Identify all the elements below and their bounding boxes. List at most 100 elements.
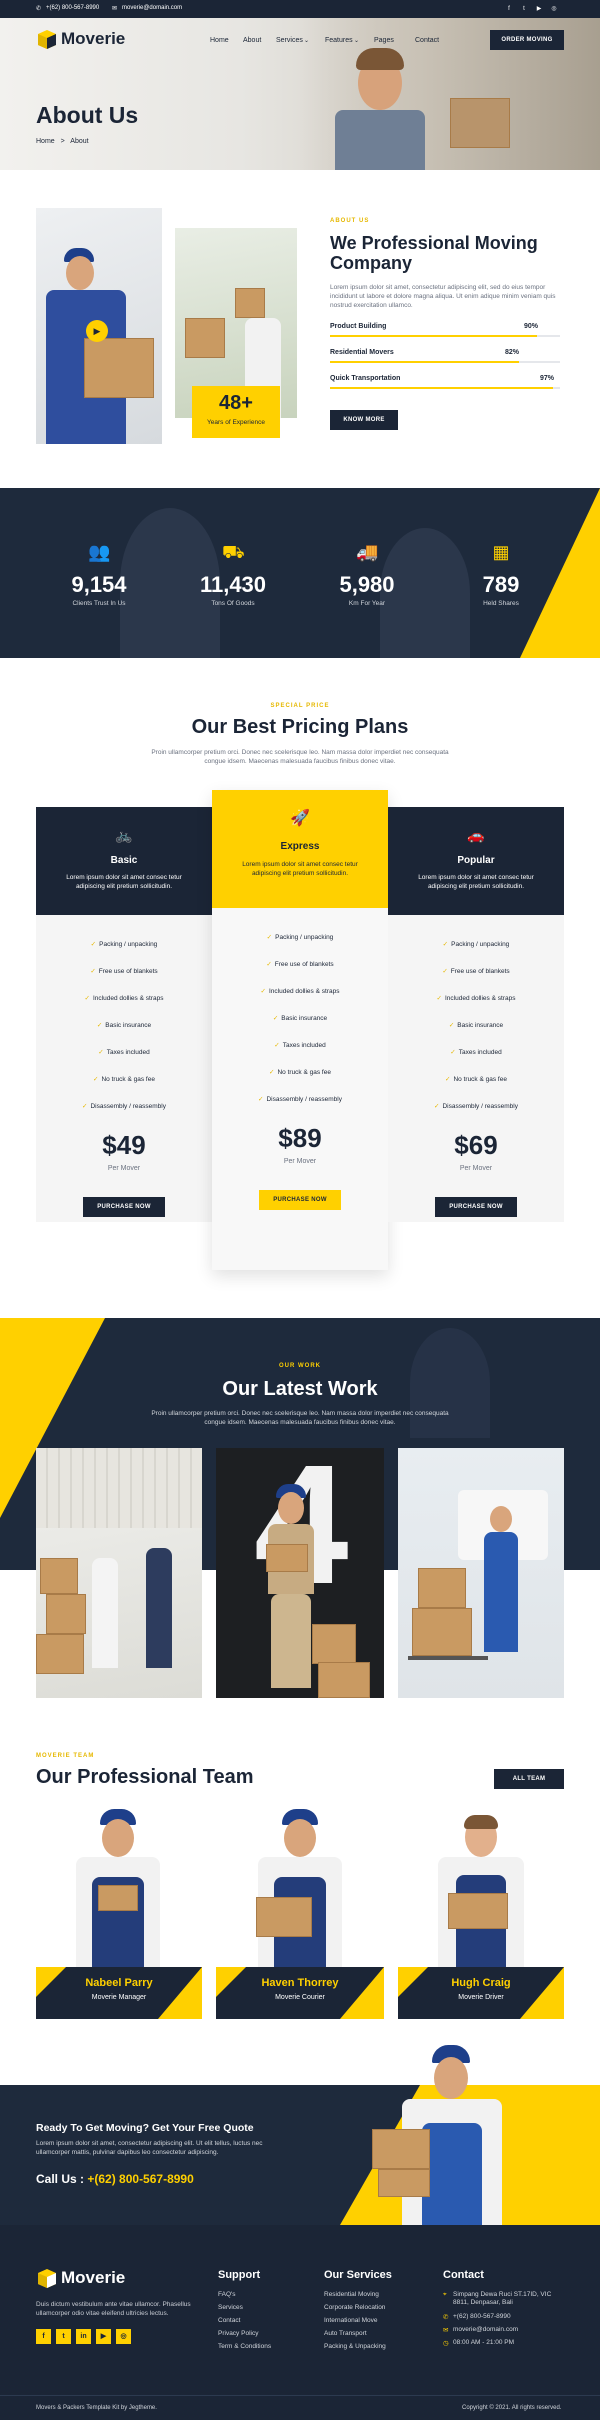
pricing-card-express: 🚀 Express Lorem ipsum dolor sit amet con…	[212, 790, 388, 1270]
work-box	[40, 1558, 78, 1594]
nav-pages[interactable]: Pages	[374, 37, 394, 44]
footer-link[interactable]: Term & Conditions	[218, 2343, 271, 2350]
bar-value: 97%	[540, 375, 555, 382]
work-photo-2[interactable]: 4	[216, 1448, 384, 1698]
team-photo	[36, 1807, 202, 1967]
bar-value: 90%	[524, 323, 539, 330]
feature-text: Basic insurance	[281, 1015, 328, 1022]
footer-link[interactable]: International Move	[324, 2317, 377, 2324]
pricing-subtitle-line1: Proin ullamcorper pretium orci. Donec ne…	[151, 749, 449, 756]
facebook-icon[interactable]: f	[36, 2329, 51, 2344]
team-card-1[interactable]: Nabeel Parry Moverie Manager	[36, 1967, 202, 2019]
nav-contact[interactable]: Contact	[415, 37, 439, 44]
member-hair	[464, 1815, 498, 1829]
check-icon: ✓	[84, 995, 90, 1002]
twitter-icon[interactable]: t	[56, 2329, 71, 2344]
team-card-2[interactable]: Haven Thorrey Moverie Courier	[216, 1967, 384, 2019]
site-logo[interactable]: Moverie	[61, 29, 125, 49]
support-heading: Support	[218, 2269, 261, 2281]
contact-email[interactable]: moverie@domain.com	[453, 2326, 518, 2333]
footer-link[interactable]: Contact	[218, 2317, 240, 2324]
footer-link[interactable]: Residential Moving	[324, 2291, 379, 2298]
nav-home[interactable]: Home	[210, 37, 229, 44]
plan-price: $49	[102, 1130, 146, 1160]
feature-text: Included dollies & straps	[268, 988, 340, 995]
footer-link[interactable]: Auto Transport	[324, 2330, 367, 2337]
youtube-icon[interactable]: ▶	[96, 2329, 111, 2344]
facebook-icon[interactable]: f	[504, 4, 514, 14]
worker-box	[378, 2169, 430, 2197]
about-title-line1: We Professional Moving	[330, 233, 538, 253]
pricing-subtitle-line2: congue idsem. Maecenas malesuada faucibu…	[204, 758, 396, 765]
work-box	[46, 1594, 86, 1634]
pricing-card-basic: 🚲 Basic Lorem ipsum dolor sit amet conse…	[36, 807, 212, 1222]
breadcrumb-home[interactable]: Home	[36, 138, 55, 145]
feature-text: No truck & gas fee	[453, 1076, 507, 1083]
progress-fill	[330, 361, 519, 363]
cta-section: Ready To Get Moving? Get Your Free Quote…	[0, 2085, 600, 2225]
topbar-email[interactable]: moverie@domain.com	[122, 5, 182, 11]
topbar-phone[interactable]: +(62) 800-567-8990	[46, 5, 99, 11]
plan-feature: ✓ Included dollies & straps	[36, 994, 212, 1002]
plan-name: Popular	[457, 855, 495, 866]
phone-icon: ✆	[36, 6, 42, 12]
team-card-3[interactable]: Hugh Craig Moverie Driver	[398, 1967, 564, 2019]
team-tag: MOVERIE TEAM	[36, 1753, 95, 1759]
breadcrumb: Home > About	[36, 138, 89, 145]
check-icon: ✓	[442, 968, 448, 975]
feature-text: Free use of blankets	[98, 968, 158, 975]
linkedin-icon[interactable]: in	[76, 2329, 91, 2344]
feature-text: Taxes included	[106, 1049, 150, 1056]
footer-link[interactable]: Corporate Relocation	[324, 2304, 385, 2311]
instagram-icon[interactable]: ◎	[549, 4, 559, 14]
plan-feature: ✓ Disassembly / reassembly	[212, 1095, 388, 1103]
purchase-now-button[interactable]: PURCHASE NOW	[83, 1197, 165, 1217]
call-number[interactable]: +(62) 800-567-8990	[87, 2172, 193, 2186]
know-more-button[interactable]: KNOW MORE	[330, 410, 398, 430]
instagram-icon[interactable]: ◎	[116, 2329, 131, 2344]
check-icon: ✓	[269, 1069, 275, 1076]
purchase-now-button[interactable]: PURCHASE NOW	[435, 1197, 517, 1217]
hand-truck-icon: ⛟	[222, 542, 245, 562]
check-icon: ✓	[445, 1076, 451, 1083]
feature-text: Included dollies & straps	[92, 995, 164, 1002]
order-moving-button[interactable]: ORDER MOVING	[490, 30, 564, 50]
plan-feature: ✓ Free use of blankets	[388, 967, 564, 975]
plan-feature: ✓ Packing / unpacking	[388, 940, 564, 948]
nav-services[interactable]: Services	[276, 37, 303, 44]
worker-head	[490, 1506, 512, 1532]
experience-years: 48+	[219, 392, 253, 414]
cta-phone[interactable]: Call Us : +(62) 800-567-8990	[36, 2172, 194, 2186]
breadcrumb-current: About	[70, 138, 89, 145]
twitter-icon[interactable]: t	[519, 4, 529, 14]
all-team-button[interactable]: ALL TEAM	[494, 1769, 564, 1789]
plan-per: Per Mover	[459, 1165, 493, 1172]
contact-phone[interactable]: +(62) 800-567-8990	[453, 2313, 511, 2320]
member-name: Haven Thorrey	[261, 1977, 339, 1989]
nav-features[interactable]: Features	[325, 37, 353, 44]
stat-number: 789	[482, 572, 520, 597]
work-box	[36, 1634, 84, 1674]
member-name: Nabeel Parry	[85, 1977, 153, 1989]
youtube-icon[interactable]: ▶	[534, 4, 544, 14]
footer-link[interactable]: Services	[218, 2304, 243, 2311]
feature-text: Taxes included	[282, 1042, 326, 1049]
work-photo-1[interactable]	[36, 1448, 202, 1698]
plan-feature: ✓ Taxes included	[36, 1048, 212, 1056]
footer-credit: Movers & Packers Template Kit by Jegthem…	[36, 2405, 157, 2411]
member-head	[102, 1819, 134, 1857]
footer-link[interactable]: Privacy Policy	[218, 2330, 258, 2337]
plan-feature: ✓ Free use of blankets	[36, 967, 212, 975]
check-icon: ✓	[442, 941, 449, 948]
footer-logo[interactable]: Moverie	[61, 2268, 125, 2288]
cta-text: Lorem ipsum dolor sit amet, consectetur …	[36, 2139, 263, 2157]
purchase-now-button[interactable]: PURCHASE NOW	[259, 1190, 341, 1210]
plan-feature: ✓ Free use of blankets	[212, 960, 388, 968]
contact-hours: 08:00 AM - 21:00 PM	[453, 2339, 515, 2346]
footer-link[interactable]: Packing & Unpacking	[324, 2343, 386, 2350]
nav-about[interactable]: About	[243, 37, 261, 44]
footer-link[interactable]: FAQ's	[218, 2291, 236, 2298]
play-video-icon[interactable]: ▶	[86, 320, 108, 342]
check-icon: ✓	[98, 1049, 104, 1056]
work-photo-3[interactable]	[398, 1448, 564, 1698]
